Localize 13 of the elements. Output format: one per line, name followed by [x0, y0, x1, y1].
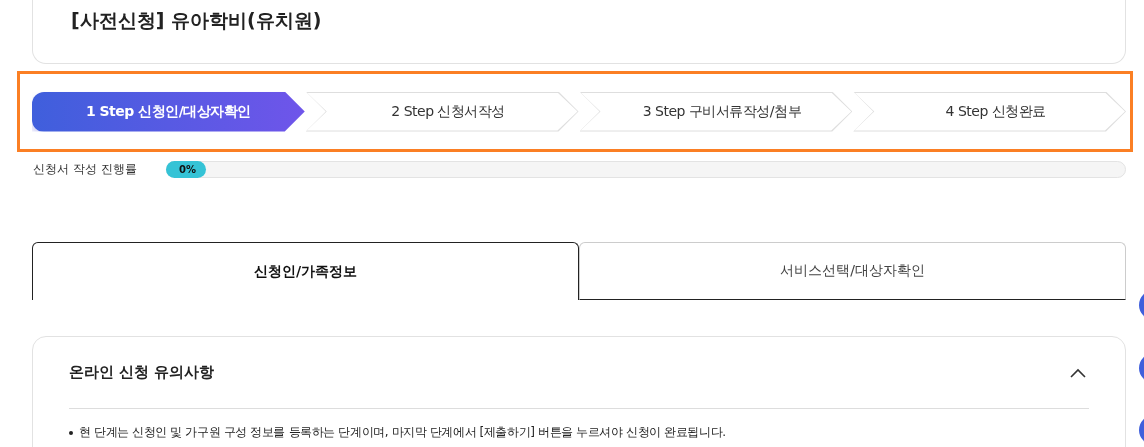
progress-reading: 0%: [179, 162, 196, 177]
step-tab[interactable]: 1 Step 신청인/대상자확인: [32, 91, 305, 132]
step-tab[interactable]: 2 Step 신청서작성: [305, 91, 579, 132]
notice-title: 온라인 신청 유의사항: [69, 363, 215, 382]
tab[interactable]: 서비스선택/대상자확인: [579, 242, 1126, 300]
notice-text: 현 단계는 신청인 및 가구원 구성 정보를 등록하는 단계이며, 마지막 단계에서 [제출하기] 버튼을 누르셔야 신청이 완료됩니다.: [79, 425, 726, 440]
chevron-icon[interactable]: [1070, 367, 1086, 378]
tab[interactable]: 신청인/가족정보: [32, 242, 579, 300]
progress-label: 신청서 작성 진행률: [32, 160, 138, 178]
step-tab[interactable]: 4 Step 신청완료: [853, 91, 1126, 132]
bullet-icon: [69, 430, 73, 435]
step-tab[interactable]: 3 Step 구비서류작성/첨부: [579, 91, 853, 132]
page-title: [사전신청] 유아학비(유치원): [71, 8, 323, 33]
